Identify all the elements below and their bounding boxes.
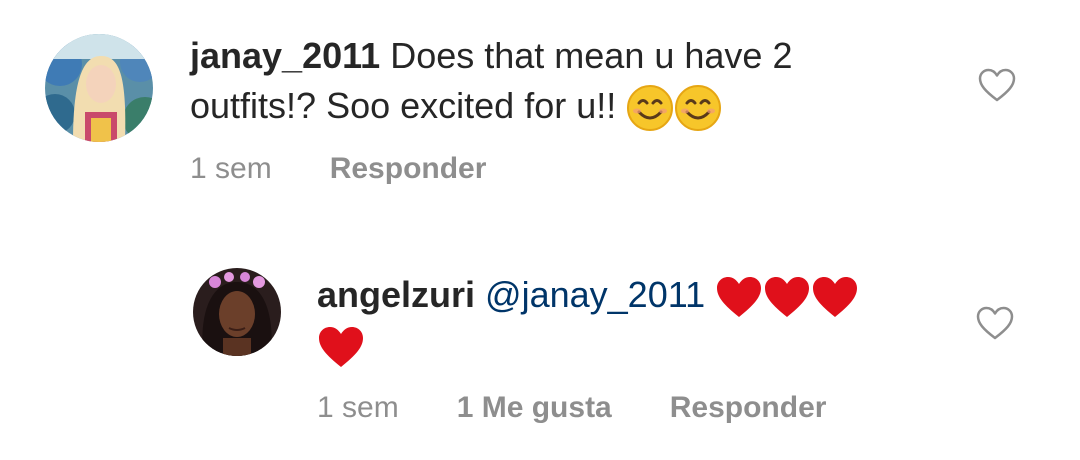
comment-meta: 1 sem 1 Me gusta Responder <box>317 391 884 425</box>
red-heart-icon <box>317 325 365 369</box>
comment-text-line2 <box>317 320 365 370</box>
reply-button[interactable]: Responder <box>670 391 827 424</box>
timestamp: 1 sem <box>317 391 399 424</box>
likes-count-button[interactable]: 1 Me gusta <box>457 391 612 424</box>
mention-link[interactable]: @janay_2011 <box>485 274 705 315</box>
red-heart-icon <box>811 275 859 319</box>
comment-angelzuri: angelzuri @janay_2011 1 sem 1 Me gusta Res… <box>0 0 1080 460</box>
like-heart-icon[interactable] <box>975 305 1015 341</box>
avatar-photo-angelzuri <box>193 268 281 356</box>
username[interactable]: angelzuri <box>317 274 475 315</box>
comment-text: angelzuri @janay_2011 <box>317 270 859 320</box>
avatar[interactable] <box>193 268 281 356</box>
red-heart-icon <box>763 275 811 319</box>
red-heart-icon <box>715 275 763 319</box>
